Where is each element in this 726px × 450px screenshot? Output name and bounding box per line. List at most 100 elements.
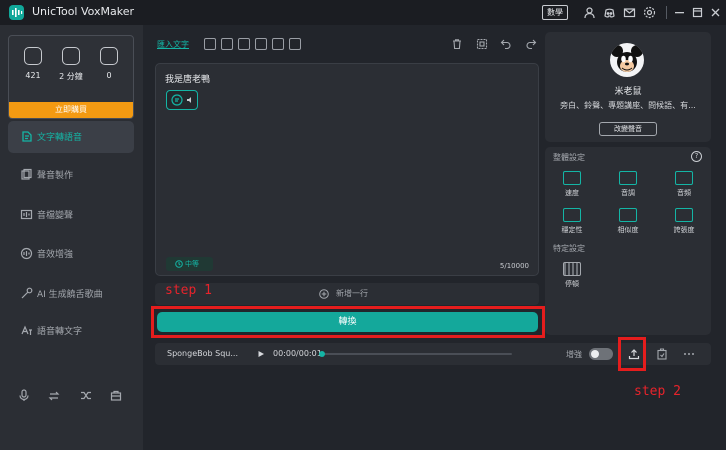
step2-annotation: step 2	[634, 384, 681, 399]
redo-icon[interactable]	[525, 38, 537, 50]
mail-icon[interactable]	[623, 6, 636, 19]
progress-bar[interactable]	[319, 351, 512, 357]
text-editor[interactable]: 我是唐老鴨 中等 5/10000	[155, 63, 539, 276]
account-icon[interactable]	[583, 6, 596, 19]
speed-chip[interactable]: 中等	[166, 257, 213, 271]
app-title: UnicTool VoxMaker	[32, 5, 135, 18]
sidebar-item-label: AI 生成饒舌歌曲	[37, 290, 103, 300]
import-png-icon[interactable]	[272, 38, 284, 50]
sidebar-item-ai-rap[interactable]: AI 生成饒舌歌曲	[8, 278, 134, 310]
sidebar-item-label: 文字轉語音	[37, 133, 83, 143]
discord-icon[interactable]	[603, 6, 616, 19]
maximize-icon[interactable]	[691, 6, 704, 19]
delete-icon[interactable]	[451, 38, 463, 50]
stat-minutes: 2 分鐘	[51, 47, 91, 82]
convert-button[interactable]: 轉換	[157, 312, 538, 332]
sidebar-item-label: 聲音製作	[37, 171, 74, 181]
import-txt-icon[interactable]	[238, 38, 250, 50]
settings-panel: 整體設定 ? 速度 音調 音頻 穩定性 相似度 誇張度 特定設定 停頓	[545, 147, 711, 335]
titlebar-divider	[666, 6, 667, 19]
toggle-knob	[591, 350, 599, 358]
stat-value: 0	[106, 71, 112, 80]
select-all-icon[interactable]	[476, 38, 488, 50]
character-counter: 5/10000	[499, 262, 529, 270]
briefcase-icon[interactable]	[110, 389, 122, 402]
setting-stability[interactable]: 穩定性	[552, 208, 592, 235]
help-icon[interactable]: ?	[691, 151, 702, 162]
stat-value: 421	[25, 71, 41, 80]
sidebar-item-label: 語音轉文字	[37, 327, 83, 337]
specific-settings-title: 特定設定	[553, 244, 585, 253]
buy-now-button[interactable]: 立即購買	[9, 102, 133, 118]
undo-icon[interactable]	[500, 38, 512, 50]
repeat-icon[interactable]	[48, 389, 60, 402]
setting-label: 音調	[621, 189, 635, 197]
close-icon[interactable]	[709, 6, 722, 19]
sidebar-bottom-icons	[18, 389, 128, 403]
step2-highlight-box	[618, 337, 646, 371]
setting-pitch[interactable]: 音調	[608, 171, 648, 198]
editor-text[interactable]: 我是唐老鴨	[165, 72, 210, 85]
setting-label: 誇張度	[673, 226, 695, 234]
language-button[interactable]: 數學	[542, 5, 568, 20]
minimize-icon[interactable]	[673, 6, 686, 19]
pitch-icon	[619, 171, 637, 185]
speech-to-text-icon	[21, 325, 32, 335]
sidebar-item-text-to-speech[interactable]: 文字轉語音	[8, 121, 134, 153]
import-epub-icon[interactable]	[289, 38, 301, 50]
microphone-icon[interactable]	[18, 389, 30, 402]
enhance-toggle[interactable]	[589, 348, 613, 360]
track-title: SpongeBob Squ...	[167, 349, 238, 358]
voice-card: 米老鼠 旁白、鈴聲、專題講座、問候語、有... 改變聲音	[545, 32, 711, 142]
app-logo-icon	[9, 5, 24, 20]
stat-files: 0	[89, 47, 129, 80]
voice-tag-chip[interactable]	[166, 90, 198, 110]
import-doc-icon[interactable]	[204, 38, 216, 50]
change-voice-button[interactable]: 改變聲音	[599, 122, 657, 136]
setting-speed[interactable]: 速度	[552, 171, 592, 198]
progress-knob[interactable]	[319, 351, 325, 357]
exaggeration-icon	[675, 208, 693, 222]
voice-avatar	[610, 43, 644, 77]
save-to-library-icon[interactable]	[656, 348, 668, 360]
sidebar-item-label: 音效增強	[37, 250, 74, 260]
import-pdf-icon[interactable]	[221, 38, 233, 50]
sidebar-item-label: 音檔變聲	[37, 211, 74, 221]
title-bar: UnicTool VoxMaker 數學	[0, 0, 726, 25]
similarity-icon	[619, 208, 637, 222]
stat-characters: 421	[13, 47, 53, 80]
add-line-button[interactable]: 新增一行	[155, 283, 539, 305]
setting-label: 速度	[565, 189, 579, 197]
overall-settings-title: 整體設定	[553, 153, 585, 162]
text-to-speech-icon	[22, 131, 32, 142]
shuffle-icon[interactable]	[80, 389, 92, 402]
setting-label: 音頻	[677, 189, 691, 197]
sidebar: 421 2 分鐘 0 立即購買 文字轉語音 聲音製作 音檔變聲 音效增強 AI …	[0, 25, 143, 450]
setting-exaggeration[interactable]: 誇張度	[664, 208, 704, 235]
sidebar-item-speech-to-text[interactable]: 語音轉文字	[8, 315, 134, 347]
pause-icon	[563, 262, 581, 276]
setting-volume[interactable]: 音頻	[664, 171, 704, 198]
ai-rap-icon	[21, 287, 33, 299]
usage-stats-card: 421 2 分鐘 0 立即購買	[8, 35, 134, 119]
import-srt-icon[interactable]	[255, 38, 267, 50]
add-line-label: 新增一行	[336, 289, 368, 298]
play-icon[interactable]	[257, 350, 265, 358]
more-options-icon[interactable]	[683, 352, 695, 356]
sidebar-item-audio-enhance[interactable]: 音效增強	[8, 238, 134, 270]
voice-tags: 旁白、鈴聲、專題講座、問候語、有...	[560, 101, 696, 110]
clock-icon	[175, 260, 183, 268]
speed-icon	[563, 171, 581, 185]
settings-gear-icon[interactable]	[643, 6, 656, 19]
setting-label: 停頓	[565, 280, 579, 288]
sidebar-item-voice-clone[interactable]: 聲音製作	[8, 159, 134, 191]
voice-clone-icon	[21, 168, 32, 180]
sidebar-item-voice-changer[interactable]: 音檔變聲	[8, 199, 134, 231]
minutes-icon	[62, 47, 80, 65]
voice-avatar-icon	[171, 94, 183, 106]
setting-pause[interactable]: 停頓	[552, 262, 592, 289]
voice-count-icon	[24, 47, 42, 65]
import-text-link[interactable]: 匯入文字	[157, 39, 189, 50]
setting-similarity[interactable]: 相似度	[608, 208, 648, 235]
audio-enhance-icon	[20, 247, 33, 260]
